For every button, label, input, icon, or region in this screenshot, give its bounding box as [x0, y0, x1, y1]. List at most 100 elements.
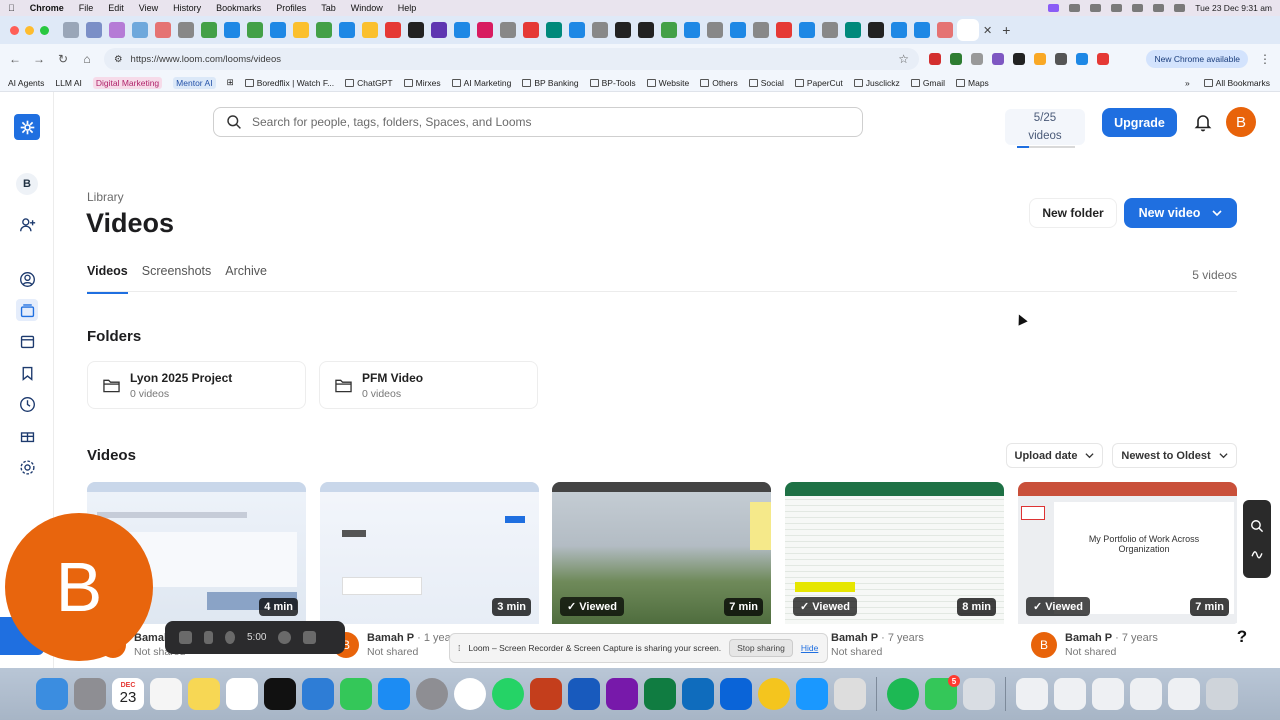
video-thumbnail[interactable]: ✓ Viewed 7 min: [552, 482, 771, 624]
video-thumbnail[interactable]: My Portfolio of Work Across Organization…: [1018, 482, 1237, 624]
launchpad-icon[interactable]: [74, 678, 106, 710]
drag-handle-icon[interactable]: ⁞: [458, 643, 460, 653]
notifications-bell-icon[interactable]: [1193, 112, 1213, 132]
spotify-icon[interactable]: [887, 678, 919, 710]
restart-icon[interactable]: [278, 631, 292, 644]
screen-record-icon[interactable]: [1048, 4, 1060, 12]
delete-icon[interactable]: [303, 631, 317, 644]
active-tab-loom[interactable]: [960, 22, 976, 38]
word-icon[interactable]: [568, 678, 600, 710]
wifi-icon[interactable]: [1132, 4, 1144, 12]
folder-card[interactable]: Lyon 2025 Project 0 videos: [87, 361, 306, 409]
tab-favicon[interactable]: [247, 22, 263, 38]
status-icon[interactable]: [1090, 4, 1102, 12]
finder-icon[interactable]: [36, 678, 68, 710]
extension-icon[interactable]: [950, 53, 962, 65]
hide-link[interactable]: Hide: [801, 643, 818, 653]
zoom-icon[interactable]: [1250, 519, 1264, 533]
status-icon[interactable]: [1069, 4, 1081, 12]
search-icon[interactable]: [1153, 4, 1165, 12]
folder-card[interactable]: PFM Video 0 videos: [319, 361, 538, 409]
bookmark-item[interactable]: Digital Marketing: [92, 76, 163, 89]
sort-field-dropdown[interactable]: Upload date: [1006, 443, 1103, 468]
tab-favicon[interactable]: [454, 22, 470, 38]
excel-icon[interactable]: [644, 678, 676, 710]
tab-favicon[interactable]: [224, 22, 240, 38]
tab-screenshots[interactable]: Screenshots: [142, 264, 211, 294]
outlook-icon[interactable]: [682, 678, 714, 710]
bookmark-item[interactable]: AI Agents: [8, 78, 44, 88]
user-avatar[interactable]: B: [1226, 107, 1256, 137]
bookmark-folder[interactable]: Others: [700, 78, 738, 88]
tab-favicon[interactable]: [293, 22, 309, 38]
loom-logo-icon[interactable]: [14, 114, 40, 140]
screen-sharing-icon[interactable]: [963, 678, 995, 710]
tab-favicon[interactable]: [155, 22, 171, 38]
bookmark-folder[interactable]: Jusclickz: [853, 78, 900, 88]
clock-text[interactable]: Tue 23 Dec 9:31 am: [1195, 3, 1272, 13]
menu-history[interactable]: History: [173, 3, 201, 13]
bookmark-folder[interactable]: PaperCut: [794, 78, 843, 88]
tab-favicon[interactable]: [362, 22, 378, 38]
document-icon[interactable]: [1054, 678, 1086, 710]
notes-icon[interactable]: [188, 678, 220, 710]
add-user-icon[interactable]: [16, 213, 38, 235]
onenote-icon[interactable]: [606, 678, 638, 710]
tab-favicon[interactable]: [845, 22, 861, 38]
minimize-window-button[interactable]: [25, 25, 34, 35]
extension-icon[interactable]: [992, 53, 1004, 65]
freeform-icon[interactable]: [226, 678, 258, 710]
menu-view[interactable]: View: [139, 3, 158, 13]
settings-icon[interactable]: [16, 456, 38, 478]
trash-icon[interactable]: [1206, 678, 1238, 710]
battery-icon[interactable]: [1111, 4, 1123, 12]
tab-favicon[interactable]: [592, 22, 608, 38]
video-thumbnail[interactable]: ✓ Viewed 8 min: [785, 482, 1004, 624]
workspace-avatar[interactable]: B: [16, 173, 38, 195]
stop-recording-icon[interactable]: [179, 631, 192, 644]
stop-sharing-button[interactable]: Stop sharing: [729, 639, 793, 657]
powerpoint-icon[interactable]: [530, 678, 562, 710]
close-window-button[interactable]: [10, 25, 19, 35]
new-video-button[interactable]: New video: [1124, 198, 1237, 228]
tab-favicon[interactable]: [753, 22, 769, 38]
bookmark-folder[interactable]: AI Marketing: [451, 78, 511, 88]
close-tab-icon[interactable]: ✕: [983, 24, 992, 37]
menu-chrome[interactable]: Chrome: [30, 3, 64, 13]
tab-favicon[interactable]: [385, 22, 401, 38]
control-center-icon[interactable]: [1174, 4, 1186, 12]
extension-icon[interactable]: [1076, 53, 1088, 65]
tab-favicon[interactable]: [477, 22, 493, 38]
bookmark-folder[interactable]: Mirxes: [403, 78, 441, 88]
address-bar[interactable]: ⚙ https://www.loom.com/looms/videos ☆: [104, 48, 919, 70]
tab-favicon[interactable]: [431, 22, 447, 38]
bookmark-folder[interactable]: BP-Tools: [589, 78, 636, 88]
menu-window[interactable]: Window: [351, 3, 383, 13]
sharing-status[interactable]: Not shared: [367, 646, 454, 658]
tab-favicon[interactable]: [868, 22, 884, 38]
tab-videos[interactable]: Videos: [87, 264, 128, 294]
tab-favicon[interactable]: [799, 22, 815, 38]
tab-favicon[interactable]: [86, 22, 102, 38]
chrome-icon[interactable]: [454, 678, 486, 710]
app-icon[interactable]: [834, 678, 866, 710]
facetime-icon[interactable]: 5: [925, 675, 960, 710]
tab-favicon[interactable]: [822, 22, 838, 38]
maximize-window-button[interactable]: [40, 25, 49, 35]
tab-favicon[interactable]: [63, 22, 79, 38]
bookmark-item[interactable]: LLM AI: [55, 78, 81, 88]
bookmark-item[interactable]: Mentor AI: [173, 76, 216, 89]
tab-favicon[interactable]: [316, 22, 332, 38]
tab-favicon[interactable]: [914, 22, 930, 38]
mute-icon[interactable]: [225, 631, 235, 644]
tab-favicon[interactable]: [339, 22, 355, 38]
tab-favicon[interactable]: [408, 22, 424, 38]
upgrade-button[interactable]: Upgrade: [1102, 108, 1177, 137]
bookmark-folder[interactable]: Social: [748, 78, 784, 88]
extensions-puzzle-icon[interactable]: [1055, 53, 1067, 65]
sort-order-dropdown[interactable]: Newest to Oldest: [1112, 443, 1237, 468]
menu-tab[interactable]: Tab: [321, 3, 336, 13]
search-input[interactable]: Search for people, tags, folders, Spaces…: [213, 107, 863, 137]
tab-favicon[interactable]: [730, 22, 746, 38]
forward-icon[interactable]: →: [32, 52, 46, 66]
